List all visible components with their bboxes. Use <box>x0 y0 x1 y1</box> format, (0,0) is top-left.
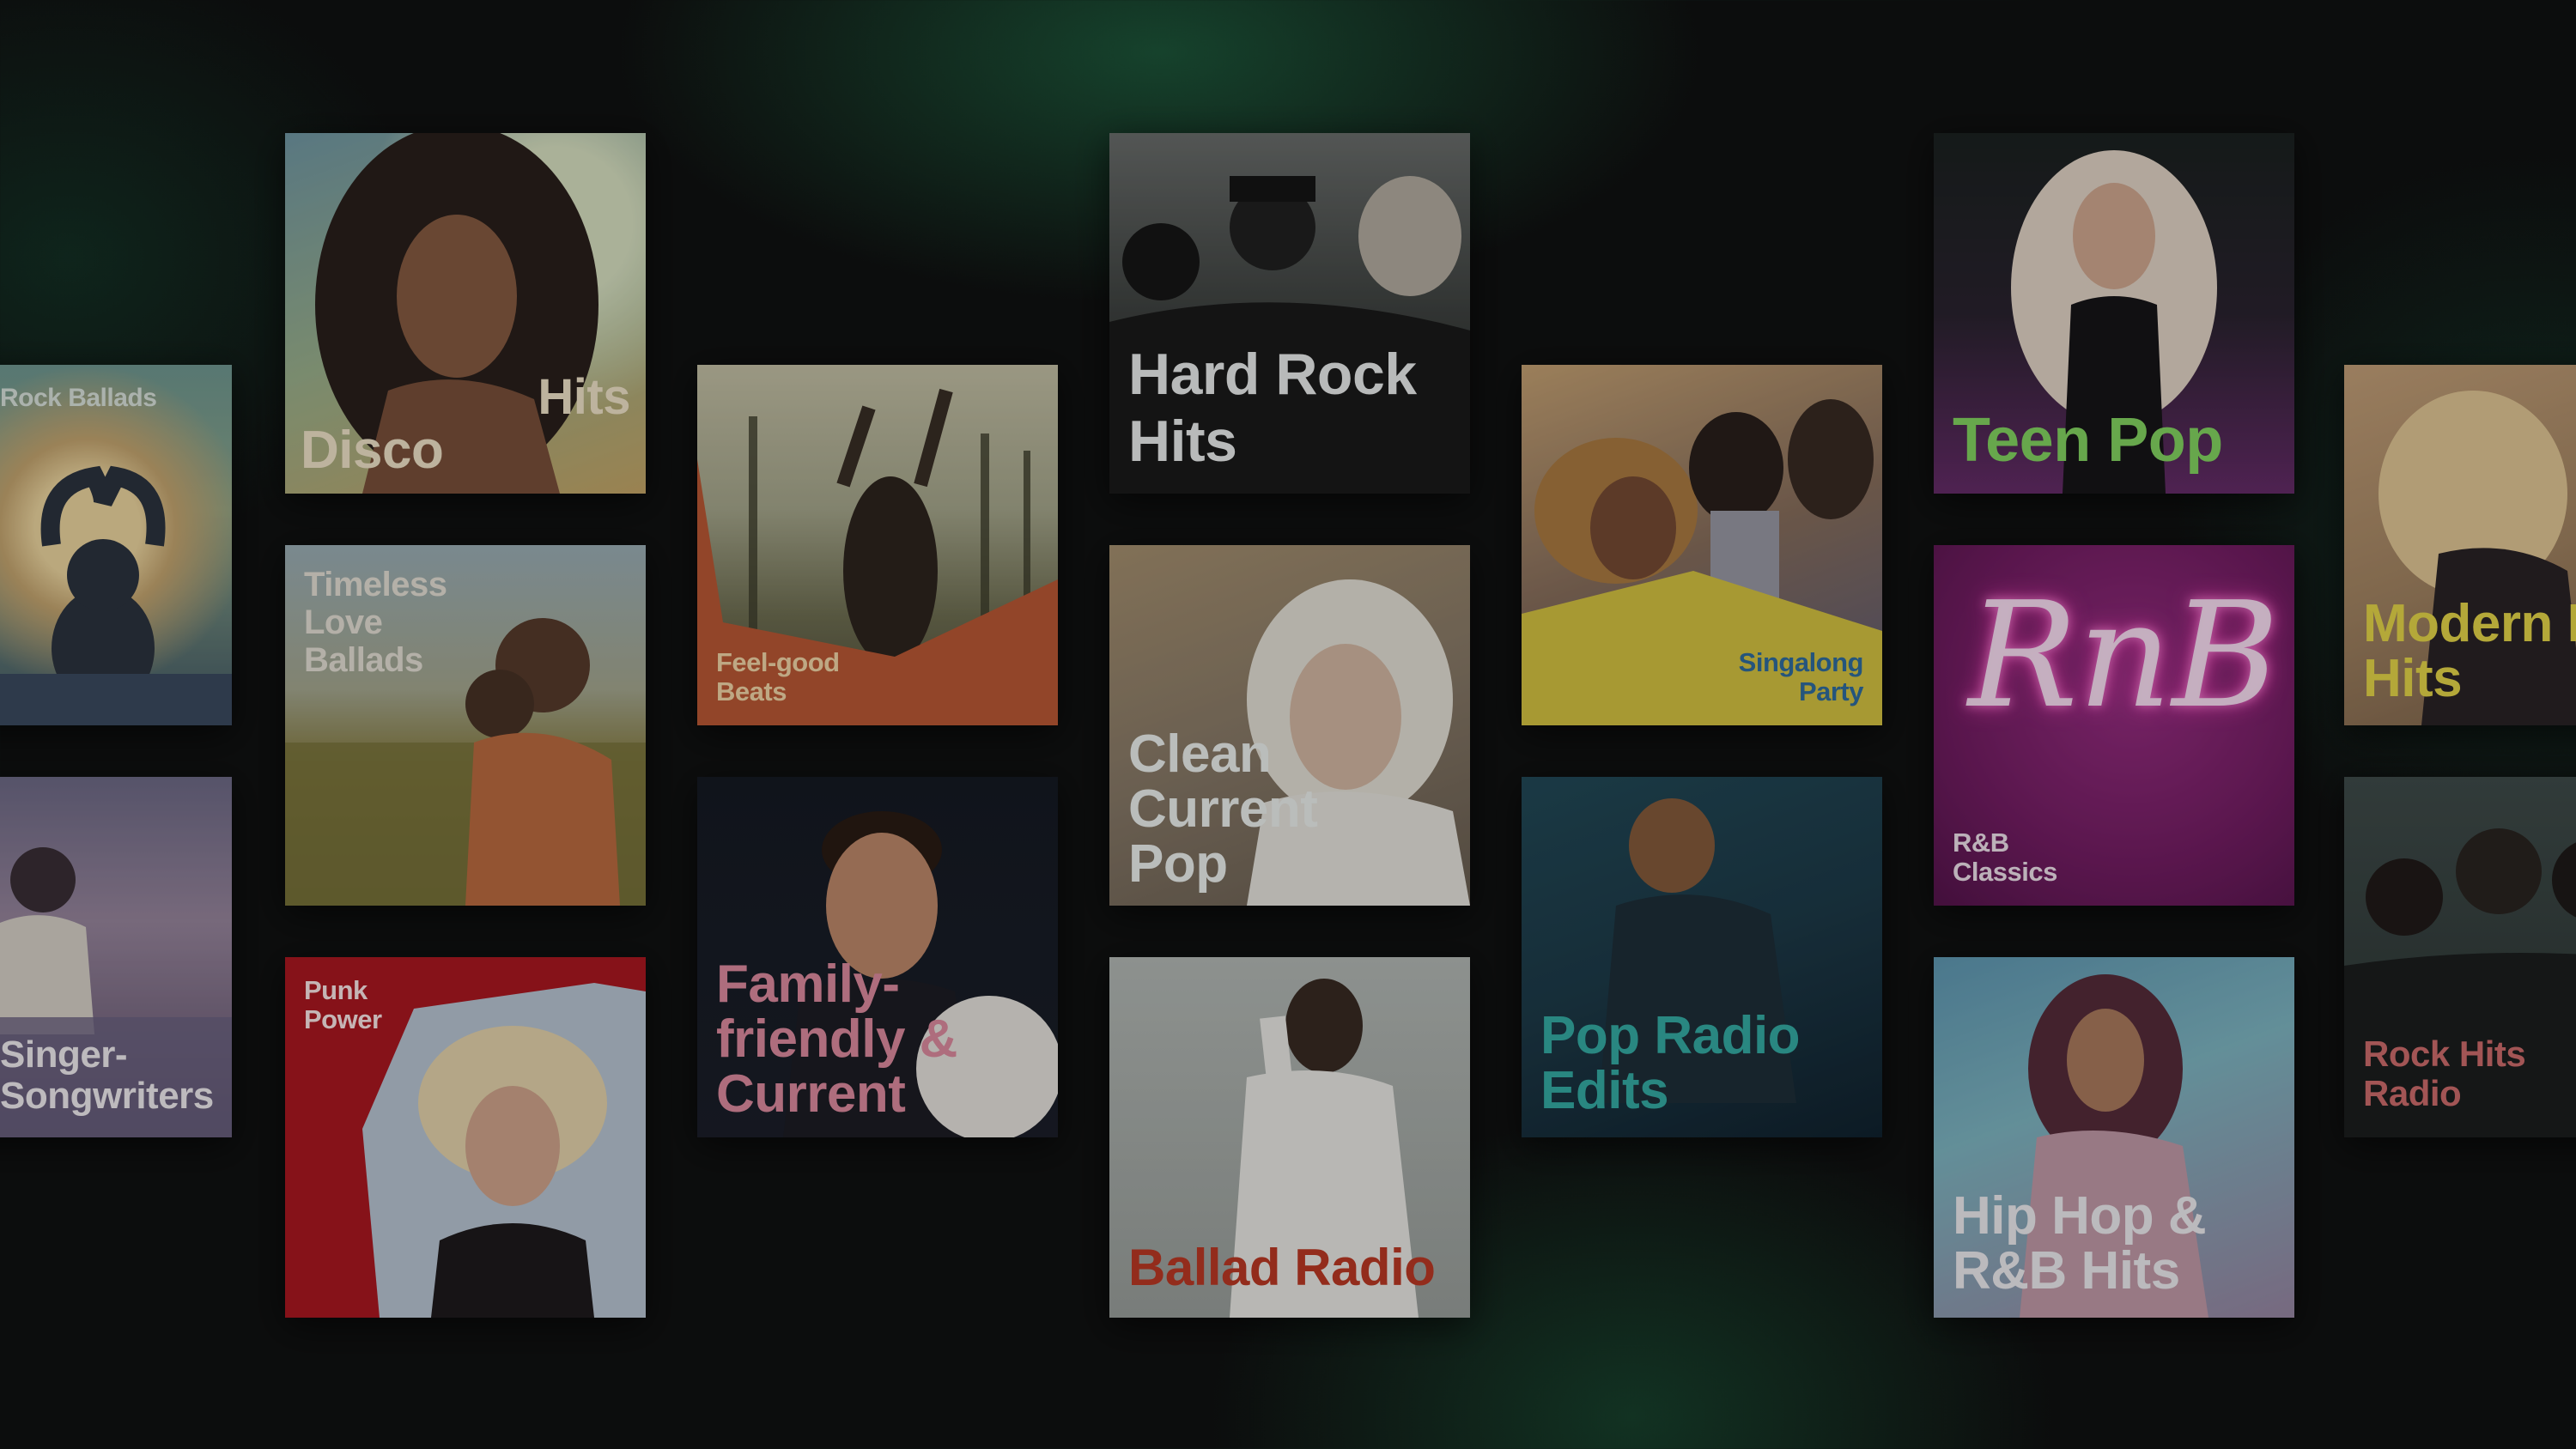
playlist-tile-hip-hop-rnb-hits[interactable]: Hip Hop & R&B Hits <box>1934 957 2294 1318</box>
playlist-tile-pop-radio-edits[interactable]: Pop Radio Edits <box>1522 777 1882 1137</box>
playlist-tile-teen-pop[interactable]: Teen Pop <box>1934 133 2294 494</box>
playlist-title: Modern Pop Hits <box>2363 594 2576 708</box>
playlist-title-word-hits: Hits <box>538 369 630 425</box>
playlist-title: Pop Radio Edits <box>1540 1006 1801 1120</box>
playlist-title: Ballad Radio <box>1128 1239 1436 1296</box>
playlist-title: Timeless Love Ballads <box>304 566 447 679</box>
playlist-title: Singalong Party <box>1738 647 1864 706</box>
playlist-tile-ballad-radio[interactable]: Ballad Radio <box>1109 957 1470 1318</box>
playlist-title: Teen Pop <box>1953 406 2223 475</box>
playlist-title: Rock Ballads <box>0 384 157 412</box>
playlist-tile-feel-good-beats[interactable]: Feel-good Beats <box>697 365 1058 725</box>
playlist-tile-singer-songwriters[interactable]: Singer-Songwriters <box>0 777 232 1137</box>
playlist-title: Hip Hop & R&B Hits <box>1953 1186 2207 1300</box>
playlist-title: R&B Classics <box>1953 828 2057 887</box>
playlist-title: Hard Rock Hits <box>1128 342 1417 474</box>
playlist-title: Rock Hits Radio <box>2363 1034 2526 1113</box>
playlist-tile-modern-pop-hits[interactable]: Modern Pop Hits <box>2344 365 2576 725</box>
playlist-tile-disco-hits[interactable]: Hits Disco <box>285 133 646 494</box>
playlist-title: Feel-good Beats <box>716 647 840 706</box>
playlist-tile-clean-current-pop[interactable]: Clean Current Pop <box>1109 545 1470 906</box>
playlist-tile-singalong-party[interactable]: Singalong Party <box>1522 365 1882 725</box>
playlist-tile-rock-hits-radio[interactable]: Rock Hits Radio <box>2344 777 2576 1137</box>
playlist-tile-rock-ballads[interactable]: Rock Ballads <box>0 365 232 725</box>
playlist-tile-timeless-love-ballads[interactable]: Timeless Love Ballads <box>285 545 646 906</box>
playlist-tile-hard-rock-hits[interactable]: Hard Rock Hits <box>1109 133 1470 494</box>
playlist-tile-rnb-classics[interactable]: RnB R&B Classics <box>1934 545 2294 906</box>
playlist-title: Clean Current Pop <box>1128 724 1318 894</box>
playlist-title: Singer-Songwriters <box>0 1034 214 1117</box>
playlist-title: Family-friendly & Current <box>716 955 957 1124</box>
playlist-tile-family-friendly-current[interactable]: Family-friendly & Current <box>697 777 1058 1137</box>
playlist-title-word-disco: Disco <box>301 421 444 480</box>
playlist-title: Punk Power <box>304 975 382 1034</box>
neon-rnb-script-art: RnB <box>1968 571 2280 741</box>
playlist-tile-punk-power[interactable]: Punk Power <box>285 957 646 1318</box>
heart-hands-crowd-art <box>0 465 232 725</box>
